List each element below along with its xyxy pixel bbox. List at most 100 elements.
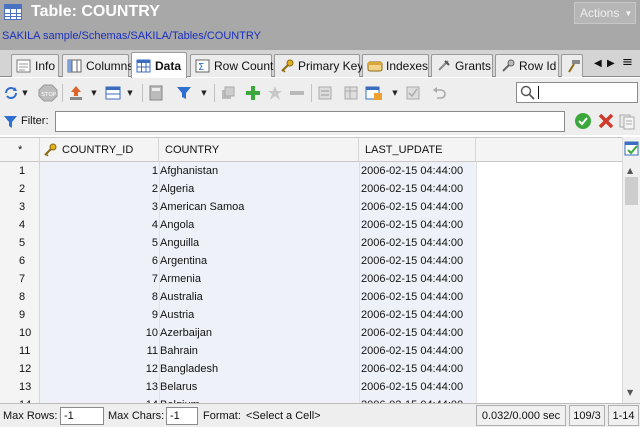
cell-country[interactable]: Bangladesh: [159, 360, 359, 378]
cell-last-update[interactable]: 2006-02-15 04:44:00: [359, 378, 476, 396]
cell-country[interactable]: Afghanistan: [159, 162, 359, 180]
cell-country-id[interactable]: 1: [40, 162, 159, 180]
row-detail-icon[interactable]: [316, 82, 334, 104]
cell-country[interactable]: Bahrain: [159, 342, 359, 360]
cell-country[interactable]: Azerbaijan: [159, 324, 359, 342]
cell-country[interactable]: Australia: [159, 288, 359, 306]
cell-country[interactable]: Armenia: [159, 270, 359, 288]
table-row[interactable]: 10 10 Azerbaijan 2006-02-15 04:44:00: [0, 324, 622, 342]
cell-country-id[interactable]: 14: [40, 396, 159, 403]
filter-history-icon[interactable]: [619, 113, 636, 130]
column-chooser-icon[interactable]: [623, 138, 640, 160]
scroll-up-icon[interactable]: ▲: [627, 166, 633, 175]
cell-country-id[interactable]: 4: [40, 216, 159, 234]
clear-filter-icon[interactable]: [597, 112, 615, 130]
cell-country[interactable]: Algeria: [159, 180, 359, 198]
cell-country-id[interactable]: 12: [40, 360, 159, 378]
tab-grants[interactable]: Grants: [431, 54, 493, 77]
cell-country[interactable]: Argentina: [159, 252, 359, 270]
refresh-icon[interactable]: [2, 82, 20, 104]
row-number[interactable]: 6: [0, 252, 40, 270]
cell-country[interactable]: Belarus: [159, 378, 359, 396]
row-number[interactable]: 11: [0, 342, 40, 360]
table-row[interactable]: 2 2 Algeria 2006-02-15 04:44:00: [0, 180, 622, 198]
tab-row-id[interactable]: Row Id: [495, 54, 559, 77]
cell-country[interactable]: Angola: [159, 216, 359, 234]
cell-country-id[interactable]: 8: [40, 288, 159, 306]
tab-columns[interactable]: Columns: [62, 54, 133, 77]
undo-icon[interactable]: [430, 82, 448, 104]
tab-row-count[interactable]: Σ Row Count: [190, 54, 273, 77]
table-row[interactable]: 4 4 Angola 2006-02-15 04:44:00: [0, 216, 622, 234]
delete-row-icon[interactable]: [288, 82, 306, 104]
apply-filter-icon[interactable]: [574, 112, 592, 130]
cell-last-update[interactable]: 2006-02-15 04:44:00: [359, 198, 476, 216]
cell-last-update[interactable]: 2006-02-15 04:44:00: [359, 234, 476, 252]
table-row[interactable]: 7 7 Armenia 2006-02-15 04:44:00: [0, 270, 622, 288]
cell-country-id[interactable]: 2: [40, 180, 159, 198]
edit-grid-icon[interactable]: [342, 82, 360, 104]
tab-more[interactable]: [561, 54, 583, 77]
actions-button[interactable]: Actions ▼: [574, 2, 636, 24]
table-row[interactable]: 5 5 Anguilla 2006-02-15 04:44:00: [0, 234, 622, 252]
row-number[interactable]: 13: [0, 378, 40, 396]
tab-data[interactable]: Data: [131, 52, 187, 78]
scroll-down-icon[interactable]: ▼: [627, 388, 633, 397]
tab-indexes[interactable]: Indexes: [362, 54, 429, 77]
table-row[interactable]: 3 3 American Samoa 2006-02-15 04:44:00: [0, 198, 622, 216]
cell-country-id[interactable]: 10: [40, 324, 159, 342]
row-number[interactable]: 4: [0, 216, 40, 234]
refresh-dropdown-icon[interactable]: ▼: [20, 82, 30, 104]
cell-last-update[interactable]: 2006-02-15 04:44:00: [359, 324, 476, 342]
breadcrumb[interactable]: SAKILA sample/Schemas/SAKILA/Tables/COUN…: [2, 30, 261, 42]
cell-last-update[interactable]: 2006-02-15 04:44:00: [359, 288, 476, 306]
cell-country-id[interactable]: 9: [40, 306, 159, 324]
table-row[interactable]: 8 8 Australia 2006-02-15 04:44:00: [0, 288, 622, 306]
tab-info[interactable]: Info: [11, 54, 59, 77]
row-number[interactable]: 10: [0, 324, 40, 342]
filter-input[interactable]: [55, 111, 565, 132]
add-row-icon[interactable]: [244, 82, 262, 104]
table-row[interactable]: 13 13 Belarus 2006-02-15 04:44:00: [0, 378, 622, 396]
export-dropdown-icon[interactable]: ▼: [89, 82, 99, 104]
row-number[interactable]: 2: [0, 180, 40, 198]
cell-country[interactable]: Anguilla: [159, 234, 359, 252]
cell-last-update[interactable]: 2006-02-15 04:44:00: [359, 342, 476, 360]
table-row[interactable]: 12 12 Bangladesh 2006-02-15 04:44:00: [0, 360, 622, 378]
corner-cell[interactable]: *: [0, 138, 40, 162]
column-header-country-id[interactable]: COUNTRY_ID: [40, 138, 159, 162]
max-chars-input[interactable]: -1: [166, 407, 198, 425]
grid-view-icon[interactable]: [104, 82, 122, 104]
tab-scroll-right-icon[interactable]: ▶: [607, 58, 615, 69]
calculator-icon[interactable]: [147, 82, 165, 104]
row-number[interactable]: 1: [0, 162, 40, 180]
cell-country-id[interactable]: 6: [40, 252, 159, 270]
stop-icon[interactable]: STOP: [37, 82, 59, 104]
cell-country-id[interactable]: 3: [40, 198, 159, 216]
export-icon[interactable]: [67, 82, 85, 104]
grid-view-dropdown-icon[interactable]: ▼: [125, 82, 135, 104]
cell-country-id[interactable]: 11: [40, 342, 159, 360]
table-row[interactable]: 9 9 Austria 2006-02-15 04:44:00: [0, 306, 622, 324]
commit-icon[interactable]: [404, 82, 422, 104]
tab-scroll-left-icon[interactable]: ◀: [594, 58, 602, 69]
vertical-scrollbar[interactable]: ▲ ▼: [622, 137, 640, 403]
column-header-last-update[interactable]: LAST_UPDATE: [359, 138, 476, 162]
cell-country-id[interactable]: 13: [40, 378, 159, 396]
cell-country-id[interactable]: 7: [40, 270, 159, 288]
search-input[interactable]: [516, 82, 638, 103]
cell-country[interactable]: American Samoa: [159, 198, 359, 216]
table-row[interactable]: 1414Belgium2006-02-15 04:44:00: [0, 396, 622, 403]
cell-last-update[interactable]: 2006-02-15 04:44:00: [359, 180, 476, 198]
row-number[interactable]: 5: [0, 234, 40, 252]
filter-icon[interactable]: [175, 82, 193, 104]
table-row[interactable]: 1 1 Afghanistan 2006-02-15 04:44:00: [0, 162, 622, 180]
cell-country-id[interactable]: 5: [40, 234, 159, 252]
scroll-thumb[interactable]: [625, 177, 638, 205]
row-number[interactable]: 3: [0, 198, 40, 216]
cell-last-update[interactable]: 2006-02-15 04:44:00: [359, 252, 476, 270]
duplicate-row-icon[interactable]: [266, 82, 284, 104]
cell-last-update[interactable]: 2006-02-15 04:44:00: [359, 306, 476, 324]
highlight-icon[interactable]: [364, 82, 384, 104]
data-grid[interactable]: * COUNTRY_ID COUNTRY LAST_UPDATE 1 1 Afgha…: [0, 137, 622, 403]
